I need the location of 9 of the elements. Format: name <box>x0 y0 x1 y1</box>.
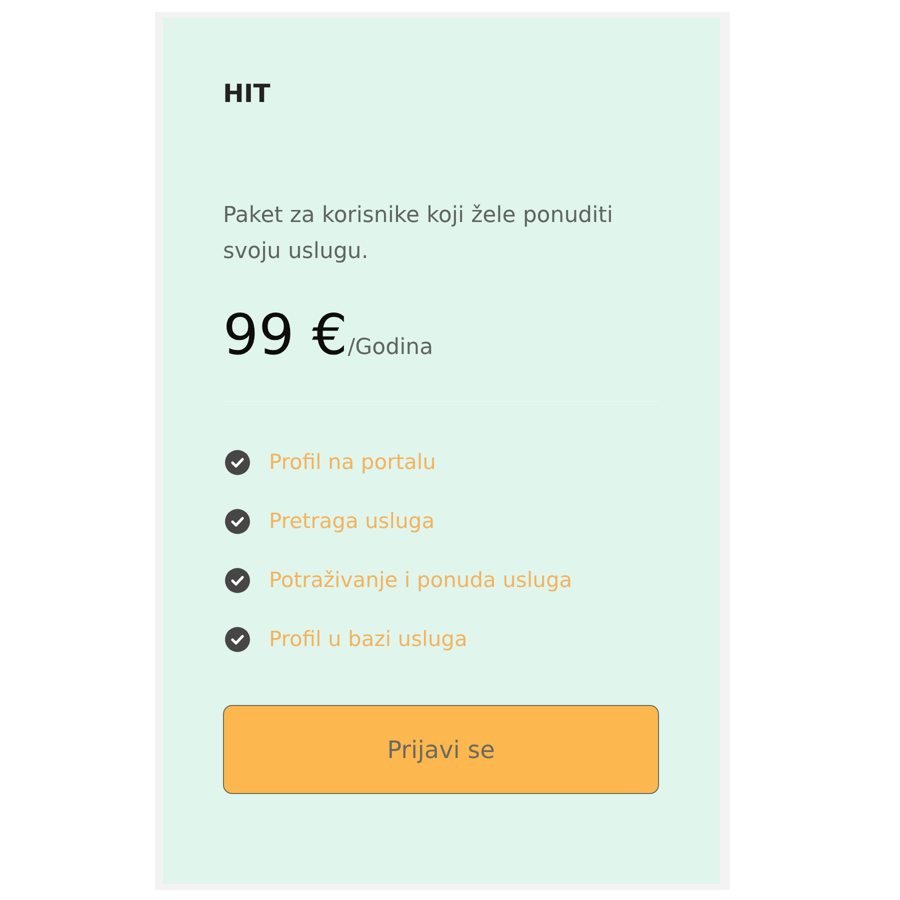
feature-text: Potraživanje i ponuda usluga <box>269 567 572 594</box>
feature-text: Pretraga usluga <box>269 508 435 535</box>
price-period: /Godina <box>348 335 434 361</box>
feature-text: Profil na portalu <box>269 449 436 476</box>
signup-button[interactable]: Prijavi se <box>223 705 659 794</box>
plan-description: Paket za korisnike koji žele ponuditi svoju uslugu. <box>223 202 614 266</box>
feature-text: Profil u bazi usluga <box>269 626 468 653</box>
plan-title: HIT <box>223 79 272 109</box>
price-amount: 99 € <box>223 308 348 364</box>
